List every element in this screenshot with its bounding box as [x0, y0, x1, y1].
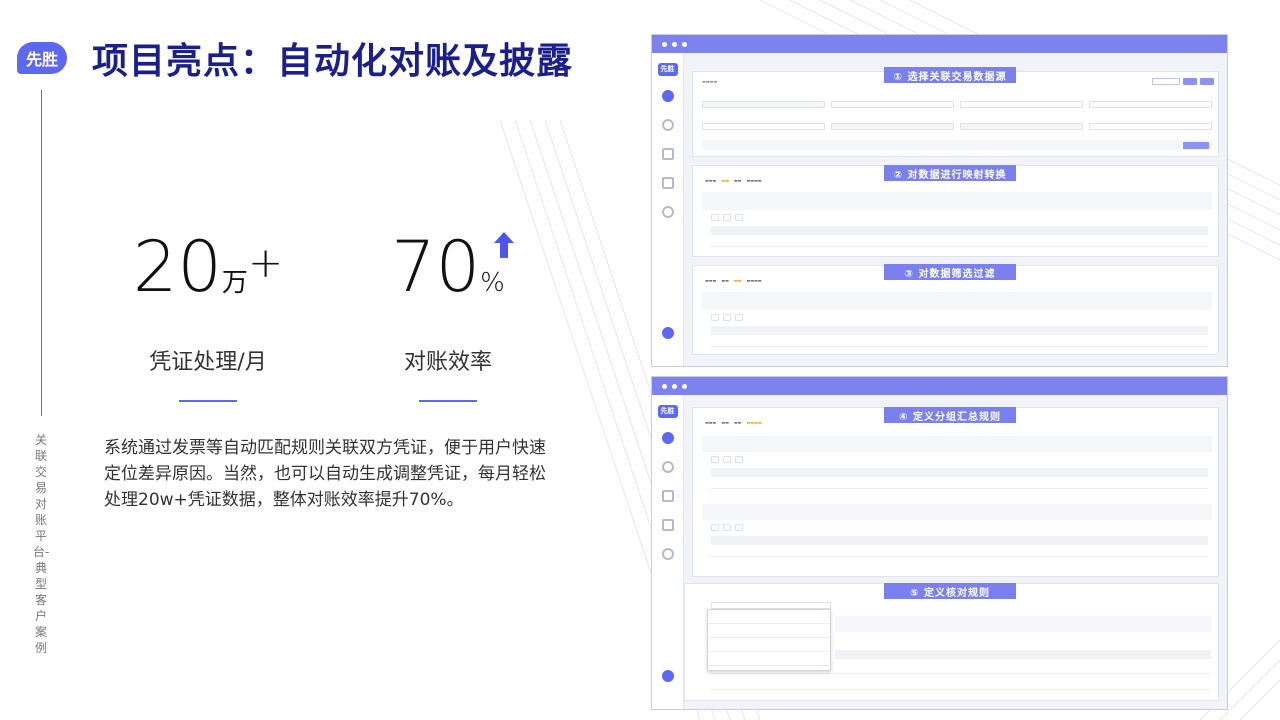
- mini-table-header: [711, 326, 1208, 335]
- mini-section: [702, 292, 1212, 310]
- app-sidebar: 先胜: [652, 395, 684, 709]
- app-window-bottom: 先胜 ▬▬▬ ▬▬ ▬▬ ▬▬▬▬ ④ 定义分组汇总规则 ⑤ 定义核对规则: [651, 376, 1228, 710]
- step-label-4: ④ 定义分组汇总规则: [884, 407, 1016, 423]
- stat-vouchers: 20万+ 凭证处理/月: [118, 232, 298, 402]
- mini-table-row: [711, 547, 1208, 557]
- database-icon[interactable]: [661, 519, 674, 531]
- mini-field[interactable]: [735, 314, 743, 321]
- gear-icon[interactable]: [661, 461, 674, 473]
- user-avatar-icon[interactable]: [661, 670, 674, 682]
- app-sidebar: 先胜: [652, 53, 684, 366]
- window-dot: [662, 41, 667, 47]
- mini-section: [835, 616, 1211, 632]
- mini-table-row: [711, 237, 1208, 247]
- up-arrow-icon: [494, 232, 514, 258]
- step-label-5: ⑤ 定义核对规则: [884, 583, 1016, 599]
- vertical-divider: [41, 90, 42, 416]
- mini-field[interactable]: [711, 214, 719, 221]
- side-caption: 关联交易对账平台-典型客户案例: [33, 433, 50, 655]
- window-dot: [662, 383, 667, 389]
- mini-table-header: [711, 226, 1208, 235]
- stat-label: 对账效率: [403, 350, 492, 375]
- app-logo: 先胜: [657, 405, 678, 418]
- stat-underline: [179, 400, 237, 402]
- dropdown-item[interactable]: [708, 624, 830, 638]
- mini-field[interactable]: [1089, 123, 1212, 130]
- mini-field[interactable]: [831, 101, 954, 108]
- rule-dropdown-menu[interactable]: [707, 609, 831, 671]
- mini-field[interactable]: [735, 214, 743, 221]
- window-dot: [672, 383, 677, 389]
- mini-tabs: ▬▬▬ ▬▬ ▬▬ ▬▬▬▬: [705, 178, 762, 183]
- gear-icon[interactable]: [661, 119, 674, 131]
- user-avatar-icon[interactable]: [661, 327, 674, 339]
- mini-button[interactable]: [1200, 78, 1214, 85]
- window-titlebar: [652, 35, 1227, 53]
- mini-field[interactable]: [831, 123, 954, 130]
- mini-field[interactable]: [711, 456, 719, 463]
- mini-table-header: [711, 536, 1208, 545]
- mini-field[interactable]: [711, 524, 719, 531]
- mini-section: [702, 192, 1212, 210]
- window-dot: [682, 383, 687, 389]
- help-icon[interactable]: [661, 206, 674, 218]
- description: 系统通过发票等自动匹配规则关联双方凭证，便于用户快速定位差异原因。当然，也可以自…: [104, 438, 546, 510]
- step-label-2: ② 对数据进行映射转换: [884, 165, 1016, 181]
- window-dot: [682, 41, 687, 47]
- app-window-top: 先胜 ▬▬▬▬ ① 选择关联交易数据源 ▬▬▬ ▬▬ ▬▬ ▬▬▬▬ ② 对数据…: [651, 34, 1228, 367]
- mini-table-header: [835, 650, 1211, 659]
- mini-field[interactable]: [960, 101, 1083, 108]
- mini-field[interactable]: [711, 314, 719, 321]
- panel-grouping: ▬▬▬ ▬▬ ▬▬ ▬▬▬▬: [692, 407, 1219, 577]
- mini-table-row: [711, 680, 1211, 690]
- stat-number: 20万+: [132, 226, 284, 308]
- mini-field[interactable]: [702, 101, 825, 108]
- mini-field[interactable]: [735, 524, 743, 531]
- help-icon[interactable]: [661, 548, 674, 560]
- mini-field[interactable]: [723, 314, 731, 321]
- mini-section: [702, 504, 1212, 520]
- mini-button[interactable]: [1183, 78, 1197, 85]
- dropdown-item[interactable]: [708, 652, 830, 666]
- window-dot: [672, 41, 677, 47]
- mini-tabs: ▬▬▬ ▬▬ ▬▬ ▬▬▬▬: [705, 278, 762, 283]
- app-logo: 先胜: [657, 63, 678, 76]
- stat-label: 凭证处理/月: [149, 350, 267, 375]
- mini-button[interactable]: [1152, 78, 1180, 85]
- mini-field[interactable]: [1089, 101, 1212, 108]
- stat-suffix: +: [247, 238, 284, 287]
- mini-section: [702, 140, 1212, 150]
- menu-icon[interactable]: [661, 490, 674, 502]
- brand-badge: 先胜: [17, 42, 67, 74]
- mini-table-row: [711, 479, 1208, 489]
- mini-field[interactable]: [723, 524, 731, 531]
- menu-icon[interactable]: [661, 148, 674, 160]
- mini-field[interactable]: [735, 456, 743, 463]
- mini-section: [702, 436, 1212, 452]
- dashboard-icon[interactable]: [661, 90, 674, 102]
- window-titlebar: [652, 377, 1227, 395]
- page-title: 项目亮点：自动化对账及披露: [92, 41, 574, 82]
- mini-field[interactable]: [723, 456, 731, 463]
- stat-underline: [419, 400, 477, 402]
- mini-field[interactable]: [702, 123, 825, 130]
- database-icon[interactable]: [661, 177, 674, 189]
- dashboard-icon[interactable]: [661, 432, 674, 444]
- dropdown-item[interactable]: [708, 610, 830, 624]
- dropdown-item[interactable]: [708, 638, 830, 652]
- panel-mini-title: ▬▬▬▬: [702, 79, 718, 84]
- mini-table-row: [711, 337, 1208, 347]
- mini-table-header: [711, 468, 1208, 477]
- mini-tabs: ▬▬▬ ▬▬ ▬▬ ▬▬▬▬: [705, 420, 762, 425]
- mini-field[interactable]: [723, 214, 731, 221]
- mini-select[interactable]: [711, 602, 831, 609]
- panel-data-source: ▬▬▬▬: [692, 71, 1219, 157]
- stat-unit: 万: [221, 268, 248, 298]
- stat-unit: %: [480, 268, 505, 298]
- mini-field[interactable]: [960, 123, 1083, 130]
- mini-button[interactable]: [1183, 142, 1209, 149]
- step-label-3: ③ 对数据筛选过滤: [884, 264, 1016, 280]
- step-label-1: ① 选择关联交易数据源: [884, 67, 1016, 83]
